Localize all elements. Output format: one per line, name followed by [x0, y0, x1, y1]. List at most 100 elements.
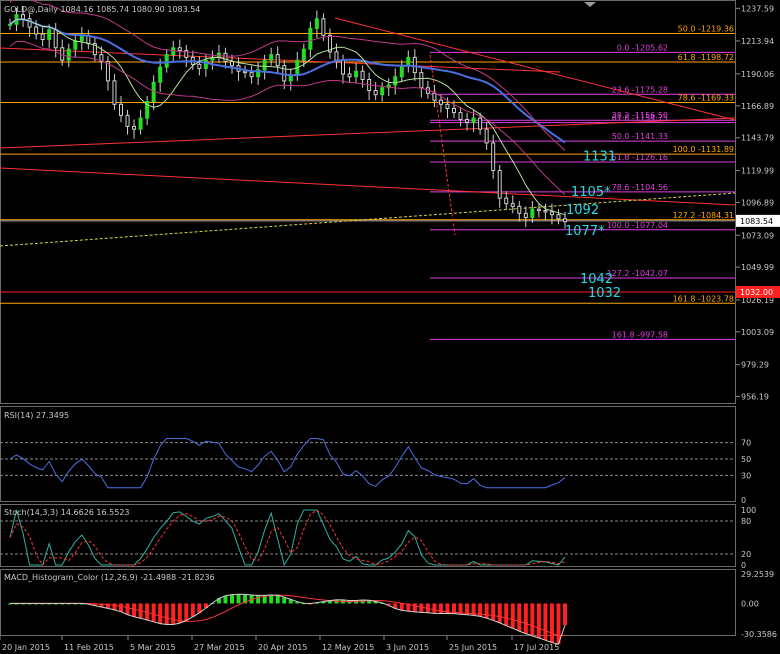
candle-body	[497, 170, 502, 199]
y-tick-label: 1119.99	[741, 167, 774, 176]
candle-body	[158, 66, 163, 83]
level-annotation: 1092	[566, 203, 599, 218]
chart-canvas[interactable]: 50.0 -1219.36 0.0 -1205.62 61.8 -1198.72 23…	[0, 0, 780, 654]
fib-label: 50.0 -1219.36	[678, 24, 734, 33]
level-annotation: 1077*	[565, 224, 605, 239]
x-axis-label: 11 Feb 2015	[64, 643, 114, 652]
macd-bar	[563, 603, 567, 626]
fib-label: 127.2 -1084.31	[673, 211, 734, 220]
macd-bar	[190, 603, 195, 617]
y-tick-label: 979.29	[741, 361, 769, 370]
candle-body	[73, 40, 78, 50]
candle-body	[412, 56, 417, 74]
macd-bar	[125, 603, 130, 615]
macd-bar	[536, 603, 541, 639]
indicator-tick-label: 0.00	[741, 599, 759, 608]
macd-bar	[543, 603, 548, 641]
candle-body	[347, 73, 352, 78]
indicator-tick-label: 30	[741, 471, 751, 480]
rsi-line	[9, 438, 566, 489]
fib-label: 127.2 -1042.07	[607, 269, 668, 278]
x-axis-label: 20 Jan 2015	[2, 643, 50, 652]
y-tick-label: 1096.89	[741, 198, 774, 207]
macd-bar	[432, 603, 437, 614]
indicator-tick-label: 20	[741, 550, 751, 559]
candle-body	[132, 125, 137, 130]
macd-bar	[556, 603, 561, 645]
fib-label: 0.0 -1205.62	[617, 43, 668, 52]
y-tick-label: 1003.09	[741, 328, 774, 337]
candle-body	[523, 212, 528, 218]
trend-line	[0, 47, 561, 73]
indicator-tick-label: 100	[741, 506, 756, 515]
stoch-header: Stoch(14,3,3) 14.6626 16.5523	[4, 508, 130, 517]
candle-body	[223, 52, 228, 63]
candle-body	[314, 18, 319, 29]
candle-body	[563, 218, 567, 223]
trend-line	[429, 54, 456, 236]
candle-body	[478, 117, 483, 130]
candle-body	[504, 197, 509, 205]
candle-body	[536, 208, 541, 212]
candle-body	[301, 48, 306, 61]
candle-body	[47, 29, 52, 40]
macd-bar	[112, 603, 117, 610]
candle-body	[269, 54, 274, 61]
indicator-tick-label: -30.3586	[741, 630, 777, 639]
level-annotation: 1042	[580, 272, 613, 287]
candle-body	[112, 80, 117, 105]
candle-body	[458, 112, 463, 121]
candle-body	[471, 117, 476, 123]
fib-label: 161.8 -997.58	[612, 330, 668, 339]
candle-body	[465, 119, 470, 123]
level-annotation: 1105*	[571, 185, 611, 200]
y-tick-label: 1213.94	[741, 37, 774, 46]
macd-bar	[119, 603, 123, 612]
fib-label: 61.8 -1126.16	[612, 153, 668, 162]
macd-bar	[236, 594, 241, 604]
candle-body	[445, 103, 450, 109]
macd-bar	[517, 603, 522, 632]
candle-body	[262, 59, 267, 71]
chart-window: 50.0 -1219.36 0.0 -1205.62 61.8 -1198.72 23…	[0, 0, 780, 654]
fib-label: 100.0 -1077.04	[607, 221, 668, 230]
macd-bar	[549, 603, 554, 643]
candle-body	[249, 72, 254, 78]
y-tick-label: 1073.09	[741, 231, 774, 240]
candle-body	[197, 63, 202, 69]
fib-label: 100.0 -1131.89	[673, 145, 734, 154]
candle-body	[399, 65, 404, 78]
macd-bar	[132, 603, 137, 617]
indicator-tick-label: 29.2539	[741, 570, 774, 579]
fib-label: 50.0 -1141.33	[612, 132, 668, 141]
macd-bar	[184, 603, 189, 621]
candle-body	[53, 29, 58, 49]
macd-bar	[151, 603, 156, 622]
indicator-tick-label: 80	[741, 517, 751, 526]
stoch-main-line	[9, 509, 566, 567]
candle-body	[40, 33, 45, 40]
indicator-tick-label: 50	[741, 455, 751, 464]
indicator-tick-label: 0	[741, 496, 746, 505]
candle-body	[164, 54, 169, 68]
macd-bar	[504, 603, 509, 626]
candle-body	[484, 128, 489, 144]
level-annotation: 1131	[583, 149, 616, 164]
candle-body	[138, 117, 143, 130]
candle-body	[119, 103, 123, 116]
x-axis-label: 5 Mar 2015	[130, 643, 176, 652]
indicator-tick-label: 0	[741, 561, 746, 570]
scroll-marker-icon[interactable]	[584, 2, 596, 7]
macd-bar	[497, 603, 502, 623]
candle-body	[125, 114, 130, 127]
macd-bar	[164, 603, 169, 625]
y-tick-label: 1166.89	[741, 102, 774, 111]
candle-body	[406, 56, 411, 67]
candle-body	[275, 54, 280, 67]
macd-bar	[530, 603, 535, 636]
macd-bar	[256, 595, 261, 604]
fib-label: 23.6 -1175.28	[612, 85, 668, 94]
candle-body	[360, 70, 365, 80]
candle-body	[341, 59, 345, 75]
candle-body	[373, 90, 378, 96]
